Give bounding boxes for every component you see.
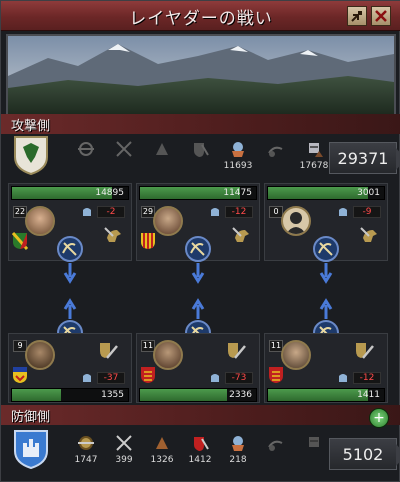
defender-right-flank[interactable]: 11 -12 1411: [264, 333, 388, 403]
knight-icon: [309, 437, 319, 447]
battle-window: レイヤダーの戦い 攻撃側 11693 17678 29371 14895 22 …: [0, 0, 400, 482]
helmet-icon: [83, 208, 91, 216]
morale-modifier: -12: [225, 206, 253, 218]
attacker-heavy-infantry-slot[interactable]: [181, 135, 219, 177]
attacker-total: 29371: [329, 142, 400, 174]
horse-archer-icon: [268, 440, 283, 451]
reinforce-button[interactable]: +: [369, 408, 389, 428]
defender-header: 防御側: [1, 405, 400, 425]
heavy-infantry-icon: [194, 437, 209, 451]
helmet-icon: [339, 208, 347, 216]
horse-archer-icon: [268, 146, 283, 157]
close-icon: [375, 10, 387, 22]
hp-bar: 1411: [267, 388, 385, 402]
attacker-light-infantry-slot[interactable]: [143, 135, 181, 177]
helmet-icon: [211, 374, 219, 382]
minimize-icon: [351, 11, 362, 22]
infantry-tactic-icon: [100, 343, 118, 359]
light-cavalry-icon: [232, 142, 244, 157]
cavalry-tactic-icon: [232, 227, 249, 242]
close-button[interactable]: [371, 6, 391, 26]
commander-portrait[interactable]: [281, 340, 311, 370]
morale-modifier: -73: [225, 372, 253, 384]
heraldry-shield-icon: [12, 232, 28, 250]
helmet-icon: [339, 374, 347, 382]
attacker-unit-row: 11693 17678: [67, 135, 333, 177]
defender-label: 防御側: [11, 410, 51, 425]
helmet-icon: [211, 208, 219, 216]
knight-icon: [309, 143, 323, 157]
commander-portrait[interactable]: [281, 206, 311, 236]
hp-bar: 3001: [267, 186, 385, 200]
archer-icon: [78, 436, 94, 450]
cavalry-tactic-icon: [104, 227, 121, 242]
mountain-landscape-image: [8, 36, 394, 114]
terrain-banner: [6, 34, 396, 116]
hp-bar: 2336: [139, 388, 257, 402]
morale-modifier: -9: [353, 206, 381, 218]
hp-bar: 14895: [11, 186, 129, 200]
helmet-icon: [83, 374, 91, 382]
morale-modifier: -12: [353, 372, 381, 384]
defender-pikemen-slot[interactable]: 399: [105, 429, 143, 471]
attacker-label: 攻撃側: [11, 119, 51, 134]
attacker-header: 攻撃側: [1, 114, 400, 134]
hp-bar: 1355: [11, 388, 129, 402]
heraldry-shield-icon: [269, 367, 283, 383]
commander-portrait[interactable]: [25, 340, 55, 370]
infantry-tactic-icon: [228, 343, 246, 359]
pikemen-icon: [116, 141, 132, 157]
title-bar[interactable]: レイヤダーの戦い: [1, 1, 400, 31]
defender-horse-archer-slot[interactable]: [257, 429, 295, 471]
heraldry-shield-icon: [141, 367, 155, 383]
attacker-knight-slot[interactable]: 17678: [295, 135, 333, 177]
heraldry-shield-icon: [13, 367, 27, 383]
attacker-pikemen-slot[interactable]: [105, 135, 143, 177]
archer-icon: [78, 142, 94, 156]
hp-bar: 11475: [139, 186, 257, 200]
defender-left-flank[interactable]: 9 -37 1355: [8, 333, 132, 403]
heavy-infantry-icon: [194, 143, 209, 157]
pikemen-icon: [116, 435, 132, 451]
light-infantry-icon: [156, 437, 168, 449]
defender-heavy-infantry-slot[interactable]: 1412: [181, 429, 219, 471]
heraldry-shield-icon: [141, 233, 155, 249]
attacker-archer-slot[interactable]: [67, 135, 105, 177]
defender-knight-slot[interactable]: [295, 429, 333, 471]
attacker-coat-of-arms[interactable]: [13, 135, 49, 175]
defender-total: 5102: [329, 438, 400, 470]
defender-coat-of-arms[interactable]: [13, 429, 49, 469]
defender-center-flank[interactable]: 11 -73 2336: [136, 333, 260, 403]
defender-unit-row: 1747 399 1326 1412 218: [67, 429, 333, 471]
defender-light-cavalry-slot[interactable]: 218: [219, 429, 257, 471]
attacker-light-cavalry-slot[interactable]: 11693: [219, 135, 257, 177]
light-infantry-icon: [156, 143, 168, 155]
morale-modifier: -2: [97, 206, 125, 218]
commander-portrait[interactable]: [25, 206, 55, 236]
defender-archer-slot[interactable]: 1747: [67, 429, 105, 471]
cavalry-tactic-icon: [360, 227, 377, 242]
window-title: レイヤダーの戦い: [129, 9, 273, 29]
defender-light-infantry-slot[interactable]: 1326: [143, 429, 181, 471]
infantry-tactic-icon: [356, 343, 374, 359]
silhouette-icon: [286, 212, 306, 234]
morale-modifier: -37: [97, 372, 125, 384]
attacker-horse-archer-slot[interactable]: [257, 135, 295, 177]
shrink-button[interactable]: [347, 6, 367, 26]
commander-portrait[interactable]: [153, 340, 183, 370]
light-cavalry-icon: [232, 436, 244, 451]
commander-portrait[interactable]: [153, 206, 183, 236]
